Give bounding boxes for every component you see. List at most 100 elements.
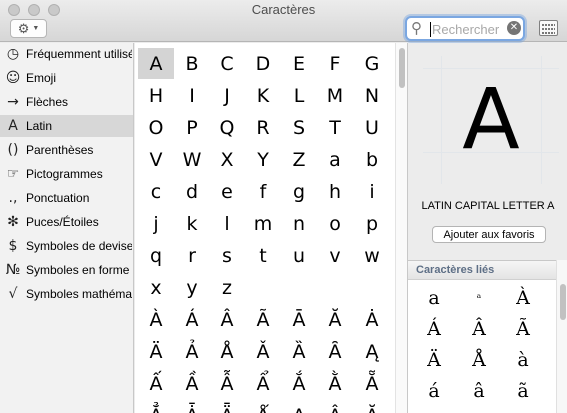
character-cell[interactable]: m <box>245 208 281 239</box>
character-cell[interactable]: c <box>138 176 174 207</box>
action-menu-button[interactable]: ⚙ ▼ <box>10 19 47 38</box>
character-cell[interactable]: L <box>281 80 317 111</box>
character-cell[interactable]: r <box>174 240 210 271</box>
keyboard-viewer-button[interactable] <box>539 20 558 36</box>
sidebar-item-4[interactable]: A Latin <box>0 115 133 137</box>
character-cell[interactable]: i <box>354 176 390 207</box>
character-cell[interactable]: K <box>245 80 281 111</box>
character-cell[interactable]: z <box>209 272 245 303</box>
character-cell[interactable]: J <box>209 80 245 111</box>
character-cell[interactable]: M <box>317 80 353 111</box>
character-cell[interactable]: Ạ <box>281 400 317 413</box>
character-cell[interactable]: u <box>281 240 317 271</box>
related-character-cell[interactable]: Ã <box>503 314 543 344</box>
character-cell[interactable]: Y <box>245 144 281 175</box>
character-cell[interactable]: Ă <box>317 304 353 335</box>
character-cell[interactable]: Ẳ <box>138 400 174 413</box>
character-cell[interactable]: Ą <box>354 336 390 367</box>
character-cell[interactable]: Ậ <box>317 400 353 413</box>
character-cell[interactable]: O <box>138 112 174 143</box>
related-character-cell[interactable]: á <box>414 376 454 406</box>
character-cell[interactable]: F <box>317 48 353 79</box>
related-character-cell[interactable]: À <box>503 283 543 313</box>
character-cell[interactable]: l <box>209 208 245 239</box>
character-cell[interactable]: N <box>354 80 390 111</box>
character-cell[interactable]: Ẫ <box>209 368 245 399</box>
sidebar-item-9[interactable]: $ Symboles de devises <box>0 235 133 257</box>
character-cell[interactable]: g <box>281 176 317 207</box>
character-cell[interactable]: x <box>138 272 174 303</box>
character-cell[interactable]: p <box>354 208 390 239</box>
character-cell[interactable]: À <box>138 304 174 335</box>
grid-scrollbar[interactable] <box>395 43 407 413</box>
character-cell[interactable]: B <box>174 48 210 79</box>
related-character-cell[interactable]: Ä <box>414 345 454 375</box>
character-cell[interactable]: Ằ <box>317 368 353 399</box>
clear-search-icon[interactable]: ✕ <box>507 21 521 35</box>
character-cell[interactable]: e <box>209 176 245 207</box>
character-cell[interactable]: D <box>245 48 281 79</box>
character-cell[interactable]: d <box>174 176 210 207</box>
character-cell[interactable]: Ȃ <box>317 336 353 367</box>
character-cell[interactable]: q <box>138 240 174 271</box>
sidebar-item-5[interactable]: () Parenthèses <box>0 139 133 161</box>
related-character-cell[interactable]: ᵃ <box>459 283 499 313</box>
character-cell[interactable]: Ǡ <box>174 400 210 413</box>
character-cell[interactable]: f <box>245 176 281 207</box>
related-character-cell[interactable]: Â <box>459 314 499 344</box>
sidebar-item-11[interactable]: √ Symboles mathématiques <box>0 283 133 305</box>
character-cell[interactable]: T <box>317 112 353 143</box>
related-character-cell[interactable]: ã <box>503 376 543 406</box>
related-character-cell[interactable]: Á <box>414 314 454 344</box>
character-cell[interactable]: V <box>138 144 174 175</box>
sidebar-item-6[interactable]: ☞ Pictogrammes <box>0 163 133 185</box>
character-cell[interactable]: I <box>174 80 210 111</box>
character-cell[interactable]: S <box>281 112 317 143</box>
character-cell[interactable]: w <box>354 240 390 271</box>
character-cell[interactable]: Q <box>209 112 245 143</box>
sidebar-item-8[interactable]: ✻ Puces/Étoiles <box>0 211 133 233</box>
character-cell[interactable]: Ǎ <box>245 336 281 367</box>
related-character-cell[interactable]: à <box>503 345 543 375</box>
character-cell[interactable]: Z <box>281 144 317 175</box>
character-cell[interactable]: X <box>209 144 245 175</box>
character-cell[interactable]: Ã <box>245 304 281 335</box>
character-cell[interactable]: Ắ <box>281 368 317 399</box>
character-cell[interactable]: j <box>138 208 174 239</box>
character-cell[interactable]: Â <box>209 304 245 335</box>
character-cell[interactable]: Å <box>209 336 245 367</box>
character-cell[interactable]: Ȧ <box>354 304 390 335</box>
character-cell[interactable]: s <box>209 240 245 271</box>
character-cell[interactable]: o <box>317 208 353 239</box>
character-cell[interactable]: W <box>174 144 210 175</box>
character-cell[interactable]: a <box>317 144 353 175</box>
character-cell[interactable]: R <box>245 112 281 143</box>
character-cell[interactable]: Ẵ <box>354 368 390 399</box>
character-cell[interactable]: Ặ <box>354 400 390 413</box>
search-field[interactable]: ⚲ ✕ <box>405 16 525 41</box>
character-cell[interactable]: n <box>281 208 317 239</box>
character-cell[interactable]: Ẩ <box>245 368 281 399</box>
character-cell[interactable]: v <box>317 240 353 271</box>
character-cell[interactable]: b <box>354 144 390 175</box>
character-cell[interactable]: Ā <box>281 304 317 335</box>
character-cell[interactable]: y <box>174 272 210 303</box>
character-cell[interactable]: Ä <box>138 336 174 367</box>
character-cell[interactable]: Ȁ <box>281 336 317 367</box>
character-cell[interactable]: P <box>174 112 210 143</box>
character-cell[interactable]: Ả <box>174 336 210 367</box>
character-cell[interactable]: C <box>209 48 245 79</box>
character-cell[interactable]: Ǻ <box>245 400 281 413</box>
related-scrollbar[interactable] <box>556 260 567 413</box>
character-cell[interactable]: Ǟ <box>209 400 245 413</box>
related-character-cell[interactable]: Å <box>459 345 499 375</box>
sidebar-item-1[interactable]: ◷ Fréquemment utilisés <box>0 43 133 65</box>
related-character-cell[interactable]: â <box>459 376 499 406</box>
character-cell[interactable]: h <box>317 176 353 207</box>
sidebar-item-10[interactable]: № Symboles en forme de lettres <box>0 259 133 281</box>
character-cell[interactable]: Ầ <box>174 368 210 399</box>
character-cell[interactable]: A <box>138 48 174 79</box>
character-cell[interactable]: k <box>174 208 210 239</box>
character-cell[interactable]: Ấ <box>138 368 174 399</box>
sidebar-item-2[interactable]: ☺ Emoji <box>0 67 133 89</box>
